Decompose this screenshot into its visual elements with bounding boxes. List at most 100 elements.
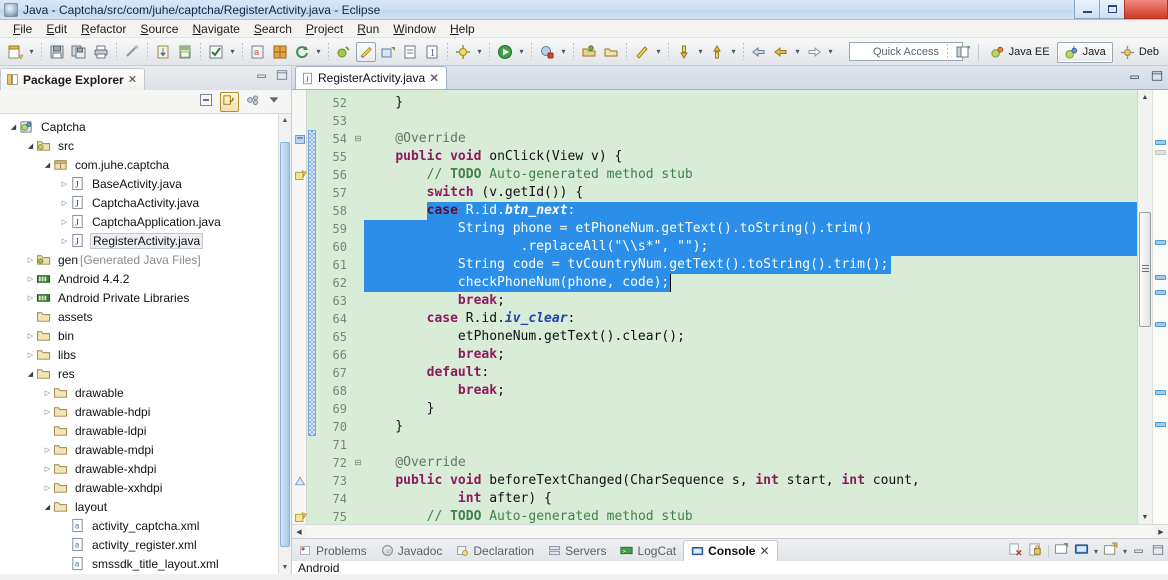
run-icon[interactable] (495, 42, 515, 62)
twisty-collapsed-icon[interactable]: ▷ (42, 484, 53, 492)
fold-collapse-icon[interactable]: ⊟ (352, 130, 364, 148)
twisty-collapsed-icon[interactable]: ▷ (25, 294, 36, 302)
editor-hscroll-track[interactable] (306, 525, 1154, 538)
new-package-icon[interactable] (378, 42, 398, 62)
code-line[interactable]: // TODO Auto-generated method stub (364, 166, 1137, 184)
tree-item-values[interactable]: ▷values (0, 573, 291, 574)
twisty-collapsed-icon[interactable]: ▷ (25, 256, 36, 264)
code-line[interactable]: case R.id.iv_clear: (364, 310, 1137, 328)
save-icon[interactable] (47, 42, 67, 62)
menu-item-refactor[interactable]: Refactor (74, 21, 133, 37)
tree-item-res[interactable]: ◢ res (0, 364, 291, 383)
tree-vertical-scrollbar[interactable]: ▲ ▼ (278, 114, 291, 574)
check-icon[interactable] (206, 42, 226, 62)
close-icon[interactable]: ✕ (128, 73, 137, 86)
chevron-down-icon[interactable]: ▾ (1094, 547, 1098, 556)
export-icon[interactable] (175, 42, 195, 62)
tree-item-drawable-xxhdpi[interactable]: ▷ drawable-xxhdpi (0, 478, 291, 497)
close-window-button[interactable] (1124, 0, 1168, 19)
tab-servers[interactable]: Servers (541, 540, 613, 561)
perspective-java-ee[interactable]: Java EE (983, 42, 1057, 63)
code-line[interactable]: } (364, 94, 1137, 112)
code-line[interactable]: default: (364, 364, 1137, 382)
maximize-window-button[interactable] (1099, 0, 1125, 19)
twisty-expanded-icon[interactable]: ◢ (25, 142, 36, 150)
tab-console[interactable]: Console ✕ (683, 540, 778, 561)
console-output[interactable]: Android (292, 561, 1168, 574)
overview-marker[interactable] (1155, 290, 1166, 295)
minimize-icon[interactable] (1132, 544, 1146, 559)
forward-dropdown-arrow[interactable]: ▾ (825, 42, 836, 62)
code-line[interactable]: int after) { (364, 490, 1137, 508)
twisty-expanded-icon[interactable]: ◢ (25, 370, 36, 378)
editor-scroll-right-arrow[interactable]: ▶ (1154, 528, 1168, 536)
editor-scroll-up-arrow[interactable]: ▲ (1138, 90, 1152, 104)
focus-on-active-task-icon[interactable] (245, 92, 261, 111)
tab-package-explorer[interactable]: Package Explorer ✕ (0, 68, 145, 90)
overview-ruler[interactable] (1152, 90, 1168, 524)
twisty-collapsed-icon[interactable]: ▷ (59, 237, 70, 245)
debug-icon[interactable] (453, 42, 473, 62)
code-line[interactable]: break; (364, 292, 1137, 310)
open-console-icon[interactable] (1103, 542, 1118, 560)
overview-marker[interactable] (1155, 150, 1166, 155)
perspective-java[interactable]: J Java (1056, 41, 1113, 63)
warning-triangle-icon[interactable] (293, 472, 307, 490)
editor-scrollbar-thumb[interactable] (1139, 212, 1151, 327)
annotation-ruler[interactable] (292, 90, 307, 524)
minimize-window-button[interactable] (1074, 0, 1100, 19)
twisty-expanded-icon[interactable]: ◢ (42, 161, 53, 169)
debug-dropdown-arrow[interactable]: ▾ (474, 42, 485, 62)
tree-item-activity-register-xml[interactable]: a activity_register.xml (0, 535, 291, 554)
tree-item-layout[interactable]: ◢ layout (0, 497, 291, 516)
minimize-icon[interactable] (1128, 70, 1142, 85)
menu-item-window[interactable]: Window (386, 21, 443, 37)
menu-item-edit[interactable]: Edit (39, 21, 74, 37)
code-line[interactable] (364, 112, 1137, 130)
tree-scroll-down-arrow[interactable]: ▼ (279, 561, 291, 574)
next-annotation-dropdown-arrow[interactable]: ▾ (695, 42, 706, 62)
tree-item-bin[interactable]: ▷ bin (0, 326, 291, 345)
check-dropdown-arrow[interactable]: ▾ (227, 42, 238, 62)
code-line[interactable]: } (364, 400, 1137, 418)
tree-item-drawable-xhdpi[interactable]: ▷ drawable-xhdpi (0, 459, 291, 478)
previous-annotation-dropdown-arrow[interactable]: ▾ (728, 42, 739, 62)
tree-item-smssdk-title-layout-xml[interactable]: a smssdk_title_layout.xml (0, 554, 291, 573)
breakpoint-bookmark-icon[interactable] (293, 130, 307, 148)
collapse-all-icon[interactable] (198, 92, 214, 111)
back-dropdown-arrow[interactable]: ▾ (792, 42, 803, 62)
new-interface-icon[interactable]: 1 (422, 42, 442, 62)
code-line[interactable]: etPhoneNum.getText().clear(); (364, 328, 1137, 346)
clear-console-icon[interactable] (1008, 542, 1023, 560)
open-perspective-icon[interactable] (953, 42, 973, 62)
code-line[interactable]: public void beforeTextChanged(CharSequen… (364, 472, 1137, 490)
maximize-icon[interactable] (275, 69, 289, 84)
overview-marker[interactable] (1155, 275, 1166, 280)
menu-item-project[interactable]: Project (299, 21, 350, 37)
display-selected-console-icon[interactable] (1074, 542, 1089, 560)
previous-annotation-icon[interactable] (707, 42, 727, 62)
new-wizard-icon[interactable] (5, 42, 25, 62)
twisty-expanded-icon[interactable]: ◢ (8, 123, 19, 131)
code-line[interactable]: checkPhoneNum(phone, code); (364, 274, 1137, 292)
next-edit-dropdown-arrow[interactable]: ▾ (653, 42, 664, 62)
overview-marker[interactable] (1155, 322, 1166, 327)
twisty-collapsed-icon[interactable]: ▷ (25, 275, 36, 283)
editor-horizontal-scrollbar[interactable]: ◀ ▶ (292, 524, 1168, 538)
code-line[interactable]: break; (364, 382, 1137, 400)
build-disabled-icon[interactable] (122, 42, 142, 62)
maximize-icon[interactable] (1151, 544, 1165, 559)
android-avd-manager-icon[interactable] (270, 42, 290, 62)
editor-scroll-left-arrow[interactable]: ◀ (292, 528, 306, 536)
save-all-icon[interactable] (69, 42, 89, 62)
code-line[interactable]: public void onClick(View v) { (364, 148, 1137, 166)
tree-item-gen[interactable]: ▷ gen [Generated Java Files] (0, 250, 291, 269)
tree-item-libs[interactable]: ▷ libs (0, 345, 291, 364)
minimize-icon[interactable] (255, 69, 269, 84)
menu-item-file[interactable]: File (6, 21, 39, 37)
menu-item-source[interactable]: Source (133, 21, 185, 37)
twisty-collapsed-icon[interactable]: ▷ (59, 218, 70, 226)
tree-item-drawable-mdpi[interactable]: ▷ drawable-mdpi (0, 440, 291, 459)
show-console-when-output-icon[interactable] (1054, 542, 1069, 560)
fold-collapse-icon[interactable]: ⊟ (352, 454, 364, 472)
